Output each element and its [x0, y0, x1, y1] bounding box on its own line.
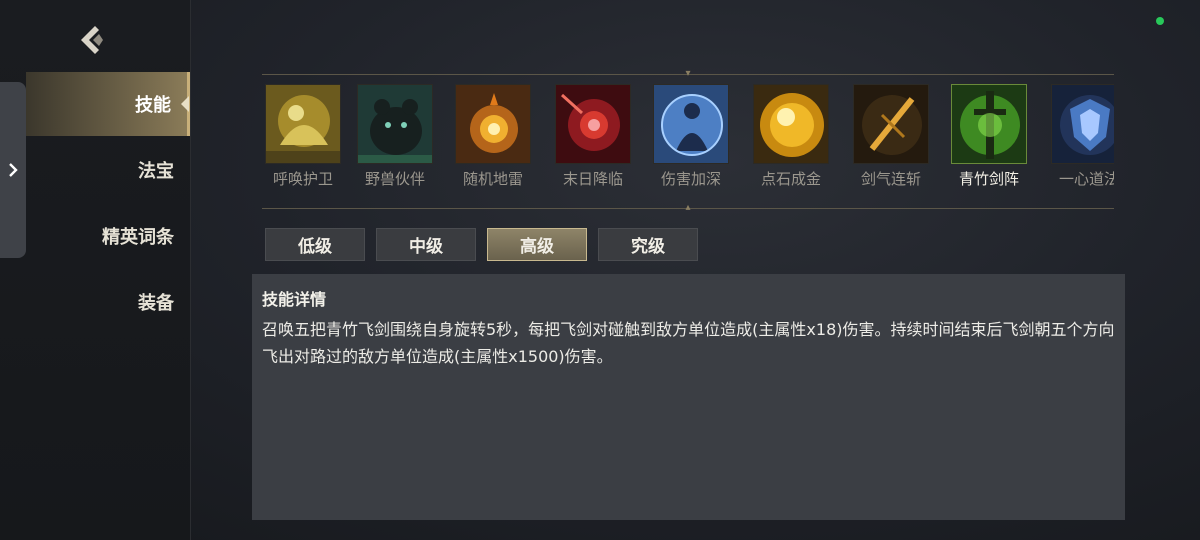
skill-item[interactable]: 末日降临	[552, 84, 634, 194]
skill-item[interactable]: 呼唤护卫	[262, 84, 344, 194]
level-tab-ultimate[interactable]: 究级	[598, 228, 698, 261]
skill-detail-title: 技能详情	[262, 290, 327, 309]
skill-screen: 技能 法宝 精英词条 装备 ▾ ▴ 呼唤护卫 野兽伙伴 随机地雷 末日降临 伤害…	[0, 0, 1200, 540]
back-arrow-icon	[81, 26, 103, 54]
skill-label: 点石成金	[760, 170, 821, 188]
sidebar-item-label: 法宝	[138, 161, 174, 182]
sidebar-item-label: 精英词条	[102, 227, 174, 248]
mine-bomb-icon	[455, 84, 531, 164]
divider-ornament-icon: ▾	[685, 68, 691, 79]
blue-spirit-icon	[653, 84, 729, 164]
skill-item[interactable]: 剑气连斩	[850, 84, 932, 194]
status-indicator-dot	[1156, 17, 1164, 25]
sidebar-item-equipment[interactable]: 装备	[26, 270, 190, 334]
skill-label: 呼唤护卫	[272, 170, 333, 188]
skill-label: 一心道法	[1058, 170, 1114, 188]
sidebar: 技能 法宝 精英词条 装备	[0, 0, 191, 540]
level-tab-high[interactable]: 高级	[487, 228, 587, 261]
skill-label: 伤害加深	[660, 170, 721, 188]
bear-beast-icon	[357, 84, 433, 164]
divider-ornament-icon: ▴	[685, 202, 691, 213]
chevron-right-icon	[9, 163, 18, 177]
skill-item[interactable]: 点石成金	[750, 84, 832, 194]
skill-detail-panel: 技能详情 召唤五把青竹飞剑围绕自身旋转5秒，每把飞剑对碰触到敌方单位造成(主属性…	[252, 274, 1125, 520]
level-tab-low[interactable]: 低级	[265, 228, 365, 261]
sidebar-item-skills[interactable]: 技能	[26, 72, 190, 136]
skill-label: 末日降临	[562, 170, 623, 188]
sword-slash-icon	[853, 84, 929, 164]
skill-label: 青竹剑阵	[958, 170, 1019, 188]
skill-label: 野兽伙伴	[364, 170, 425, 188]
sidebar-item-elite-affixes[interactable]: 精英词条	[26, 204, 190, 268]
golden-orb-icon	[753, 84, 829, 164]
skill-item[interactable]: 一心道法	[1048, 84, 1114, 194]
skill-item[interactable]: 随机地雷	[452, 84, 534, 194]
blue-shield-icon	[1051, 84, 1114, 164]
back-button[interactable]	[72, 22, 112, 58]
skill-item-selected[interactable]: 青竹剑阵	[948, 84, 1030, 194]
level-tab-mid[interactable]: 中级	[376, 228, 476, 261]
doom-meteor-icon	[555, 84, 631, 164]
skill-list: 呼唤护卫 野兽伙伴 随机地雷 末日降临 伤害加深 点石成金 剑气连斩 青竹剑阵 …	[262, 84, 1114, 196]
sidebar-item-label: 技能	[135, 95, 171, 116]
golden-guardian-icon	[265, 84, 341, 164]
sidebar-item-label: 装备	[138, 293, 174, 314]
skill-label: 剑气连斩	[860, 170, 921, 188]
skill-item[interactable]: 野兽伙伴	[354, 84, 436, 194]
sidebar-item-treasures[interactable]: 法宝	[26, 138, 190, 202]
skill-label: 随机地雷	[462, 170, 523, 188]
active-indicator-arrow-icon	[181, 96, 189, 112]
skill-item[interactable]: 伤害加深	[650, 84, 732, 194]
skill-detail-description: 召唤五把青竹飞剑围绕自身旋转5秒，每把飞剑对碰触到敌方单位造成(主属性x18)伤…	[262, 320, 1115, 366]
drawer-toggle-button[interactable]	[0, 82, 26, 258]
bamboo-sword-icon	[951, 84, 1027, 164]
